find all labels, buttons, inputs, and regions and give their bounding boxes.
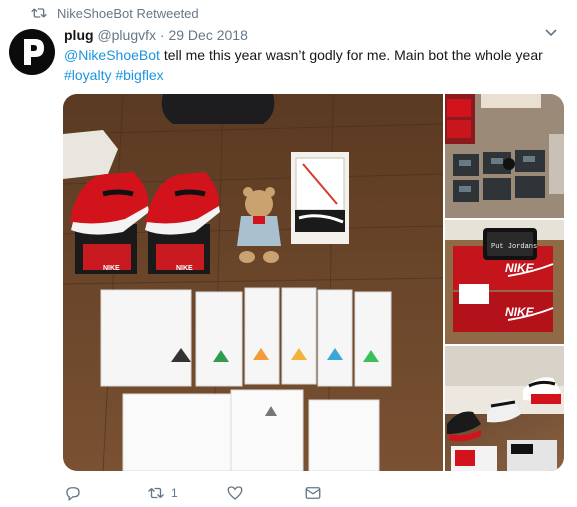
like-button[interactable] — [226, 484, 250, 502]
main-photo[interactable]: NIKE NIKE — [63, 94, 444, 471]
tweet-text: @NikeShoeBot tell me this year wasn’t go… — [64, 45, 564, 85]
photo-bottom-right[interactable] — [445, 346, 564, 471]
tweet-actions: 1 — [64, 484, 364, 502]
retweet-icon — [148, 487, 164, 499]
retweet-button[interactable]: 1 — [147, 484, 178, 502]
tweet-header: plug @plugvfx · 29 Dec 2018 — [64, 26, 557, 44]
hashtag-link[interactable]: #loyalty — [64, 67, 111, 83]
hashtag-link[interactable]: #bigflex — [115, 67, 163, 83]
display-name[interactable]: plug — [64, 27, 94, 43]
mention-link[interactable]: @NikeShoeBot — [64, 47, 160, 63]
user-handle[interactable]: @plugvfx — [97, 27, 156, 43]
retweet-icon — [31, 8, 47, 18]
message-button[interactable] — [304, 484, 328, 502]
heart-icon — [227, 486, 243, 500]
photo-top-right[interactable] — [445, 94, 564, 218]
retweeted-by[interactable]: NikeShoeBot Retweeted — [31, 5, 199, 21]
separator-dot: · — [159, 27, 165, 43]
reply-icon — [66, 487, 80, 502]
avatar[interactable] — [9, 29, 55, 75]
tweet-date[interactable]: 29 Dec 2018 — [168, 27, 247, 43]
tweet-body: tell me this year wasn’t godly for me. M… — [159, 47, 543, 63]
media-grid: NIKE NIKE Put Jordans NIKE NIKE — [63, 94, 564, 471]
reply-button[interactable] — [64, 484, 88, 502]
phone-screen-text: Put Jordans — [491, 243, 537, 251]
retweet-count: 1 — [171, 486, 178, 500]
shoe-box-label: NIKE — [103, 265, 120, 272]
envelope-icon — [305, 487, 321, 499]
chevron-down-icon[interactable] — [545, 29, 557, 37]
shoe-box-label: NIKE — [176, 265, 193, 272]
photo-middle-right[interactable]: Put Jordans NIKE NIKE — [445, 220, 564, 344]
retweet-label: NikeShoeBot Retweeted — [57, 5, 199, 21]
p-logo-icon — [24, 39, 44, 65]
